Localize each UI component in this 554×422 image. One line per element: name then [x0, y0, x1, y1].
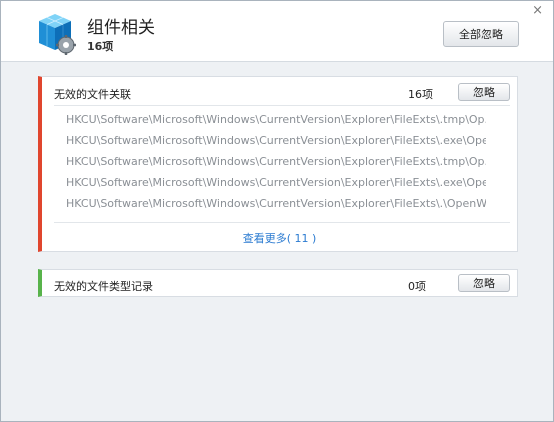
- list-item: HKCU\Software\Microsoft\Windows\CurrentV…: [66, 176, 486, 189]
- ignore-button[interactable]: 忽略: [458, 274, 510, 292]
- component-dialog: 组件相关 16项 全部忽略 × 无效的文件关联 16项 忽略 HKCU\Soft…: [0, 0, 554, 422]
- list-item: HKCU\Software\Microsoft\Windows\CurrentV…: [66, 155, 486, 168]
- invalid-file-association-section: 无效的文件关联 16项 忽略 HKCU\Software\Microsoft\W…: [38, 76, 518, 252]
- list-item: HKCU\Software\Microsoft\Windows\CurrentV…: [66, 113, 486, 126]
- section-title: 无效的文件类型记录: [54, 280, 153, 293]
- view-more-link[interactable]: 查看更多( 11 ): [42, 230, 517, 246]
- ignore-all-button[interactable]: 全部忽略: [443, 21, 519, 47]
- list-item: HKCU\Software\Microsoft\Windows\CurrentV…: [66, 134, 486, 147]
- invalid-file-type-record-section: 无效的文件类型记录 0项 忽略: [38, 269, 518, 297]
- section-count: 16项: [408, 88, 433, 101]
- close-icon[interactable]: ×: [532, 3, 543, 18]
- registry-entry-list: HKCU\Software\Microsoft\Windows\CurrentV…: [66, 109, 486, 214]
- section-title: 无效的文件关联: [54, 88, 131, 101]
- dialog-title: 组件相关: [87, 18, 155, 38]
- component-cube-gear-icon: [39, 14, 76, 55]
- section-count: 0项: [408, 280, 426, 293]
- divider: [54, 105, 510, 106]
- list-item: HKCU\Software\Microsoft\Windows\CurrentV…: [66, 197, 486, 210]
- divider: [54, 222, 510, 223]
- total-count: 16项: [87, 40, 114, 53]
- dialog-header: 组件相关 16项 全部忽略 ×: [1, 1, 553, 62]
- ignore-button[interactable]: 忽略: [458, 83, 510, 101]
